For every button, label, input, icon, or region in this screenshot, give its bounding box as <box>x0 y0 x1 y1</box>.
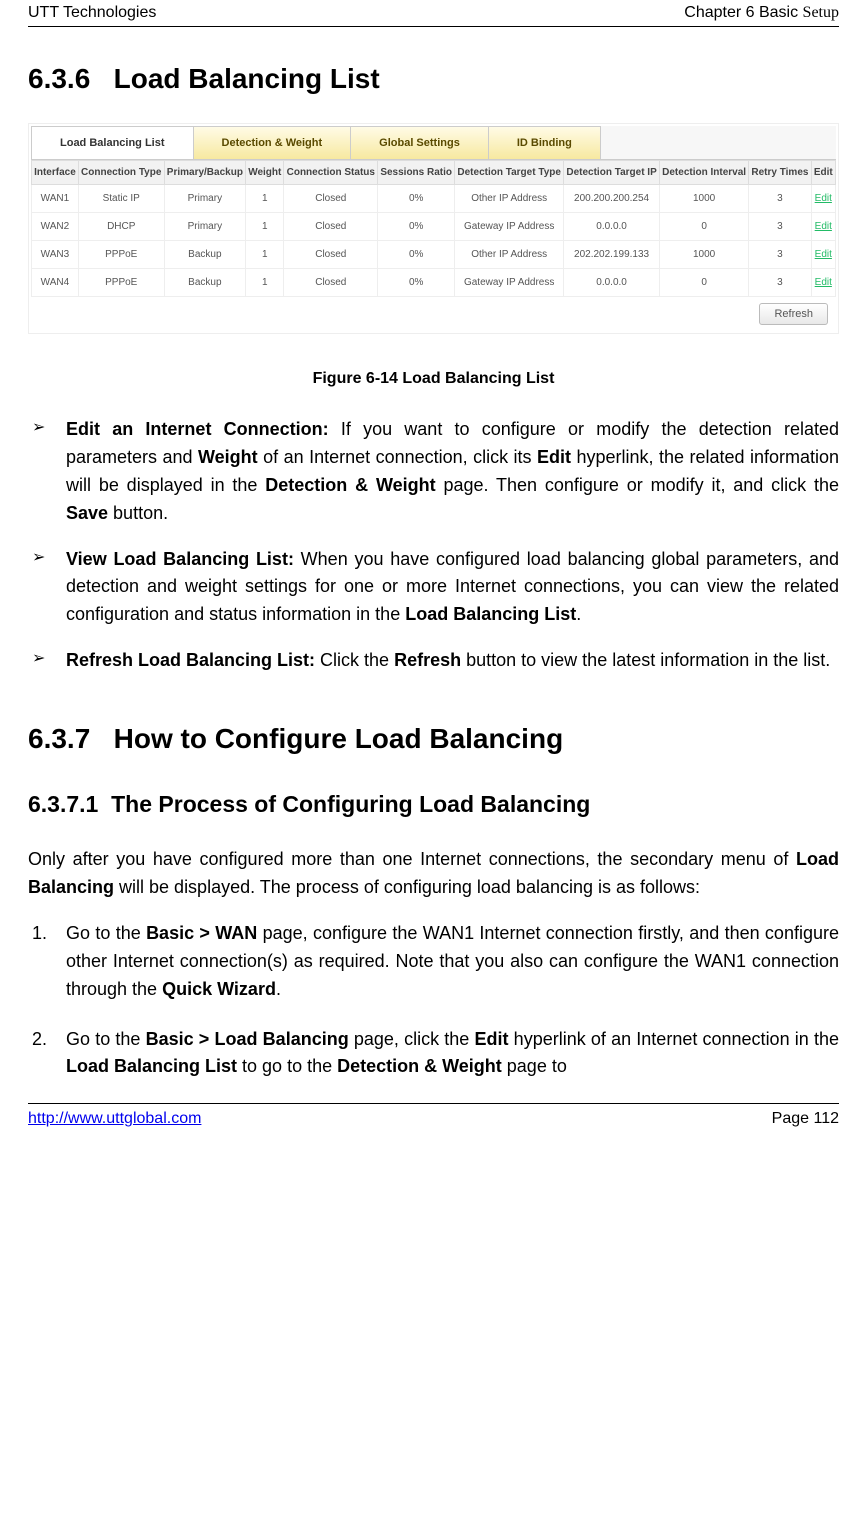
table-cell: 0.0.0.0 <box>564 269 660 297</box>
table-row: WAN2DHCPPrimary1Closed0%Gateway IP Addre… <box>32 213 836 241</box>
header-right: Chapter 6 Basic Setup <box>684 4 839 22</box>
col-weight: Weight <box>246 161 284 185</box>
table-cell: WAN4 <box>32 269 79 297</box>
table-cell: 1000 <box>659 185 748 213</box>
figure-caption: Figure 6-14 Load Balancing List <box>28 370 839 388</box>
screenshot-load-balancing-list: Load Balancing List Detection & Weight G… <box>28 123 839 334</box>
table-cell: DHCP <box>78 213 164 241</box>
table-cell: Other IP Address <box>455 185 564 213</box>
load-balancing-table: Interface Connection Type Primary/Backup… <box>31 160 836 297</box>
bullet-view-list: View Load Balancing List: When you have … <box>28 546 839 630</box>
col-detection-interval: Detection Interval <box>659 161 748 185</box>
col-edit: Edit <box>811 161 835 185</box>
col-detection-target-ip: Detection Target IP <box>564 161 660 185</box>
table-cell: WAN3 <box>32 241 79 269</box>
screenshot-tabs: Load Balancing List Detection & Weight G… <box>31 126 836 160</box>
table-cell: 3 <box>749 241 811 269</box>
col-connection-status: Connection Status <box>284 161 378 185</box>
table-cell: 200.200.200.254 <box>564 185 660 213</box>
edit-link[interactable]: Edit <box>815 249 832 260</box>
table-cell: 1 <box>246 241 284 269</box>
edit-link[interactable]: Edit <box>815 221 832 232</box>
tab-id-binding[interactable]: ID Binding <box>488 126 601 159</box>
table-cell: Closed <box>284 213 378 241</box>
table-cell: Closed <box>284 241 378 269</box>
table-cell: 1000 <box>659 241 748 269</box>
bullet-edit-connection: Edit an Internet Connection: If you want… <box>28 416 839 528</box>
table-cell: WAN1 <box>32 185 79 213</box>
col-sessions-ratio: Sessions Ratio <box>378 161 455 185</box>
table-cell: 0.0.0.0 <box>564 213 660 241</box>
table-cell: Closed <box>284 269 378 297</box>
table-cell: 3 <box>749 185 811 213</box>
numbered-steps: 1. Go to the Basic > WAN page, configure… <box>28 920 839 1081</box>
edit-cell: Edit <box>811 241 835 269</box>
table-cell: Primary <box>164 185 246 213</box>
table-cell: 202.202.199.133 <box>564 241 660 269</box>
table-cell: 1 <box>246 213 284 241</box>
table-cell: 1 <box>246 269 284 297</box>
table-header-row: Interface Connection Type Primary/Backup… <box>32 161 836 185</box>
tab-detection-weight[interactable]: Detection & Weight <box>193 126 352 159</box>
table-cell: PPPoE <box>78 269 164 297</box>
table-cell: 0% <box>378 269 455 297</box>
process-intro-paragraph: Only after you have configured more than… <box>28 846 839 902</box>
step-2: 2. Go to the Basic > Load Balancing page… <box>28 1026 839 1082</box>
page-number: Page 112 <box>772 1110 839 1128</box>
col-retry-times: Retry Times <box>749 161 811 185</box>
section-heading-637: 6.3.7 How to Configure Load Balancing <box>28 723 839 755</box>
refresh-button[interactable]: Refresh <box>759 303 828 325</box>
col-primary-backup: Primary/Backup <box>164 161 246 185</box>
subsection-heading-6371: 6.3.7.1 The Process of Configuring Load … <box>28 791 839 818</box>
table-row: WAN4PPPoEBackup1Closed0%Gateway IP Addre… <box>32 269 836 297</box>
table-cell: 0 <box>659 213 748 241</box>
table-cell: WAN2 <box>32 213 79 241</box>
table-cell: 0% <box>378 241 455 269</box>
table-cell: Gateway IP Address <box>455 213 564 241</box>
edit-cell: Edit <box>811 185 835 213</box>
bullet-refresh-list: Refresh Load Balancing List: Click the R… <box>28 647 839 675</box>
table-row: WAN3PPPoEBackup1Closed0%Other IP Address… <box>32 241 836 269</box>
col-detection-target-type: Detection Target Type <box>455 161 564 185</box>
table-cell: 3 <box>749 269 811 297</box>
section-heading-636: 6.3.6 Load Balancing List <box>28 63 839 95</box>
table-cell: Primary <box>164 213 246 241</box>
table-cell: 3 <box>749 213 811 241</box>
footer-link[interactable]: http://www.uttglobal.com <box>28 1110 201 1128</box>
edit-link[interactable]: Edit <box>815 193 832 204</box>
table-cell: Backup <box>164 269 246 297</box>
bullet-list: Edit an Internet Connection: If you want… <box>28 416 839 675</box>
table-row: WAN1Static IPPrimary1Closed0%Other IP Ad… <box>32 185 836 213</box>
page-header: UTT Technologies Chapter 6 Basic Setup <box>28 0 839 27</box>
table-cell: 0% <box>378 185 455 213</box>
col-interface: Interface <box>32 161 79 185</box>
header-left: UTT Technologies <box>28 4 156 22</box>
table-cell: 0% <box>378 213 455 241</box>
tab-load-balancing-list[interactable]: Load Balancing List <box>31 126 194 159</box>
tab-global-settings[interactable]: Global Settings <box>350 126 489 159</box>
table-cell: Gateway IP Address <box>455 269 564 297</box>
edit-cell: Edit <box>811 213 835 241</box>
table-cell: 1 <box>246 185 284 213</box>
edit-cell: Edit <box>811 269 835 297</box>
table-cell: Static IP <box>78 185 164 213</box>
table-cell: 0 <box>659 269 748 297</box>
edit-link[interactable]: Edit <box>815 277 832 288</box>
table-cell: Closed <box>284 185 378 213</box>
page-footer: http://www.uttglobal.com Page 112 <box>28 1103 839 1134</box>
table-cell: Backup <box>164 241 246 269</box>
table-cell: Other IP Address <box>455 241 564 269</box>
step-1: 1. Go to the Basic > WAN page, configure… <box>28 920 839 1004</box>
table-cell: PPPoE <box>78 241 164 269</box>
col-connection-type: Connection Type <box>78 161 164 185</box>
